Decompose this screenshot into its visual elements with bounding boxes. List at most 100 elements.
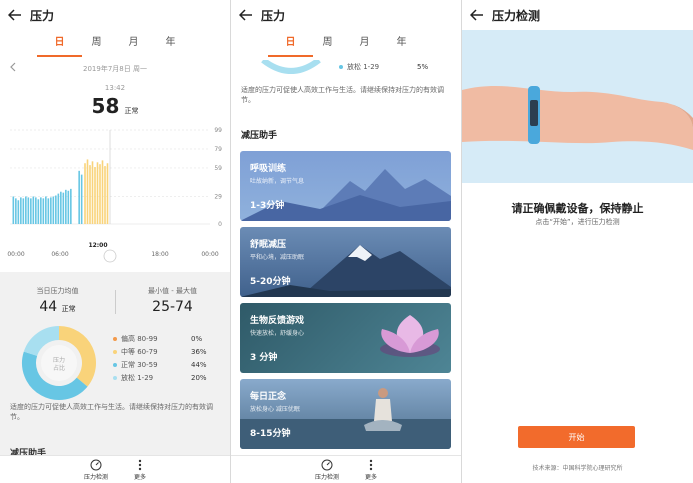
nav-stress-test[interactable]: 压力检测 — [84, 456, 108, 483]
y-tick-label: 0 — [218, 221, 222, 228]
tech-source: 技术来源：中国科学院心理研究所 — [532, 465, 623, 472]
legend-name: 放松 1-29 — [347, 62, 380, 71]
card-duration: 1-3分钟 — [250, 201, 285, 211]
nav-more[interactable]: 更多 — [365, 456, 377, 483]
stress-description: 适度的压力可促使人高效工作与生活。请继续保持对压力的有效调节。 — [241, 86, 444, 104]
legend-name: 正常 30-59 — [121, 360, 158, 369]
range-value: 25-74 — [152, 299, 193, 315]
legend-dot — [113, 349, 117, 354]
stress-legend: 偏高 80-99 0% 中等 60-79 36% 正常 30-59 44% 放松 1-29 2… — [113, 332, 223, 384]
stress-bar — [25, 196, 27, 224]
stress-day-screen: 压力 日 周 月 年 2019年7月8日 周一 13:42 58 正常 0 29 5… — [0, 0, 230, 483]
card-sub: 平和心境，减压助眠 — [250, 254, 305, 261]
stress-bar — [101, 160, 104, 224]
stress-bar — [67, 190, 70, 224]
stress-bar — [45, 196, 47, 224]
back-arrow-icon — [470, 9, 483, 21]
card-sleep[interactable]: 舒眠减压 平和心境，减压助眠 5-20分钟 — [240, 227, 451, 297]
stress-bar — [32, 196, 35, 224]
legend-item: 偏高 80-99 0% — [113, 332, 223, 345]
more-icon — [369, 459, 373, 471]
nav-stress-test[interactable]: 压力检测 — [315, 456, 339, 483]
legend-dot — [113, 375, 117, 380]
gauge-icon — [321, 459, 333, 471]
tab-week[interactable]: 周 — [309, 33, 346, 57]
range-stat: 最小值 - 最大值 25-74 — [115, 286, 230, 315]
stress-bar — [99, 164, 101, 224]
stress-test-screen: 压力检测 请正确佩戴设备，保持静止 点击“开始”，进行压力检测 开始 技术来源：… — [462, 0, 693, 483]
stress-bar — [27, 197, 30, 224]
nav-more[interactable]: 更多 — [134, 456, 146, 483]
card-title: 每日正念 — [250, 392, 287, 402]
stress-bar-chart[interactable]: 0 29 59 79 99 00:00 06:00 18:00 00:00 12:00 — [0, 124, 230, 274]
legend-dot — [339, 64, 343, 69]
y-tick-label: 79 — [214, 146, 222, 153]
legend-name: 偏高 80-99 — [121, 334, 158, 343]
tab-month[interactable]: 月 — [115, 33, 152, 57]
tab-month[interactable]: 月 — [346, 33, 383, 57]
legend-pct: 44% — [191, 360, 207, 369]
y-tick-label: 29 — [214, 193, 222, 200]
stress-chart-panel: 2019年7月8日 周一 13:42 58 正常 0 29 59 79 99 00:00 0… — [0, 60, 230, 278]
stress-bar — [62, 192, 65, 224]
instruction-sub: 点击“开始”，进行压力检测 — [535, 218, 620, 226]
wear-device-illustration — [462, 30, 693, 183]
tab-week[interactable]: 周 — [78, 33, 115, 57]
bottom-nav: 压力检测 更多 — [0, 455, 230, 483]
screens: 压力 日 周 月 年 2019年7月8日 周一 13:42 58 正常 0 29 5… — [0, 0, 693, 483]
back-button[interactable] — [231, 0, 261, 30]
back-button[interactable] — [462, 0, 492, 30]
time-marker-label: 12:00 — [88, 242, 107, 249]
stress-bar — [55, 195, 57, 224]
card-title: 生物反馈游戏 — [250, 316, 305, 326]
legend-name: 中等 60-79 — [121, 347, 158, 356]
section-heading: 减压助手 — [241, 131, 278, 141]
donut-partial — [261, 60, 321, 74]
app-bar: 压力检测 — [462, 0, 693, 30]
card-breathing[interactable]: 呼吸训练 吐故纳新，调节气息 1-3分钟 — [240, 151, 451, 221]
tab-day[interactable]: 日 — [37, 33, 82, 57]
card-biofeedback[interactable]: 生物反馈游戏 快速放松，舒缓身心 3 分钟 — [240, 303, 451, 373]
stress-summary: 当日压力均值 44 正常 最小值 - 最大值 25-74 压力 占比 偏高 80-… — [0, 272, 230, 459]
back-arrow-icon — [8, 9, 21, 21]
stress-bar — [52, 196, 55, 224]
wrist-band-icon — [462, 86, 693, 150]
period-tabs: 日 周 月 年 — [0, 33, 230, 57]
app-bar: 压力 — [231, 0, 461, 30]
stress-bar — [12, 196, 15, 224]
stress-bar — [57, 193, 60, 224]
card-title: 舒眠减压 — [250, 240, 287, 250]
more-icon — [138, 459, 142, 471]
stress-bar — [40, 197, 42, 224]
stress-bar — [80, 174, 83, 224]
tab-year[interactable]: 年 — [383, 33, 420, 57]
stress-description: 适度的压力可促使人高效工作与生活。请继续保持对压力的有效调节。 — [10, 403, 213, 421]
back-button[interactable] — [0, 0, 30, 30]
donut-center-label: 压力 — [53, 356, 65, 364]
x-tick-label: 18:00 — [151, 251, 168, 258]
stress-bar — [70, 188, 72, 224]
page-title: 压力 — [30, 8, 55, 23]
time-slider-handle[interactable] — [103, 249, 117, 263]
stress-bar — [78, 170, 80, 224]
stress-donut-chart: 压力占比 — [22, 326, 96, 400]
legend-pct: 36% — [191, 347, 207, 356]
stress-bar — [20, 197, 22, 224]
tab-year[interactable]: 年 — [152, 33, 189, 57]
back-arrow-icon — [239, 9, 252, 21]
card-sub: 放松身心 减压优眠 — [250, 406, 300, 413]
legend-item: 中等 60-79 36% — [113, 345, 223, 358]
avg-value: 44 — [39, 299, 58, 315]
stress-bar — [47, 198, 50, 224]
stress-bar — [37, 199, 40, 224]
stress-bar — [106, 163, 109, 224]
legend-name: 放松 1-29 — [121, 373, 154, 382]
stress-bar — [84, 163, 86, 224]
donut-center-label: 占比 — [53, 364, 65, 372]
start-button[interactable]: 开始 — [518, 426, 635, 448]
legend-pct: 20% — [191, 373, 207, 382]
tab-day[interactable]: 日 — [268, 33, 313, 57]
nav-more-label: 更多 — [365, 474, 378, 481]
card-mindfulness[interactable]: 每日正念 放松身心 减压优眠 8-15分钟 — [240, 379, 451, 449]
gauge-icon — [90, 459, 102, 471]
